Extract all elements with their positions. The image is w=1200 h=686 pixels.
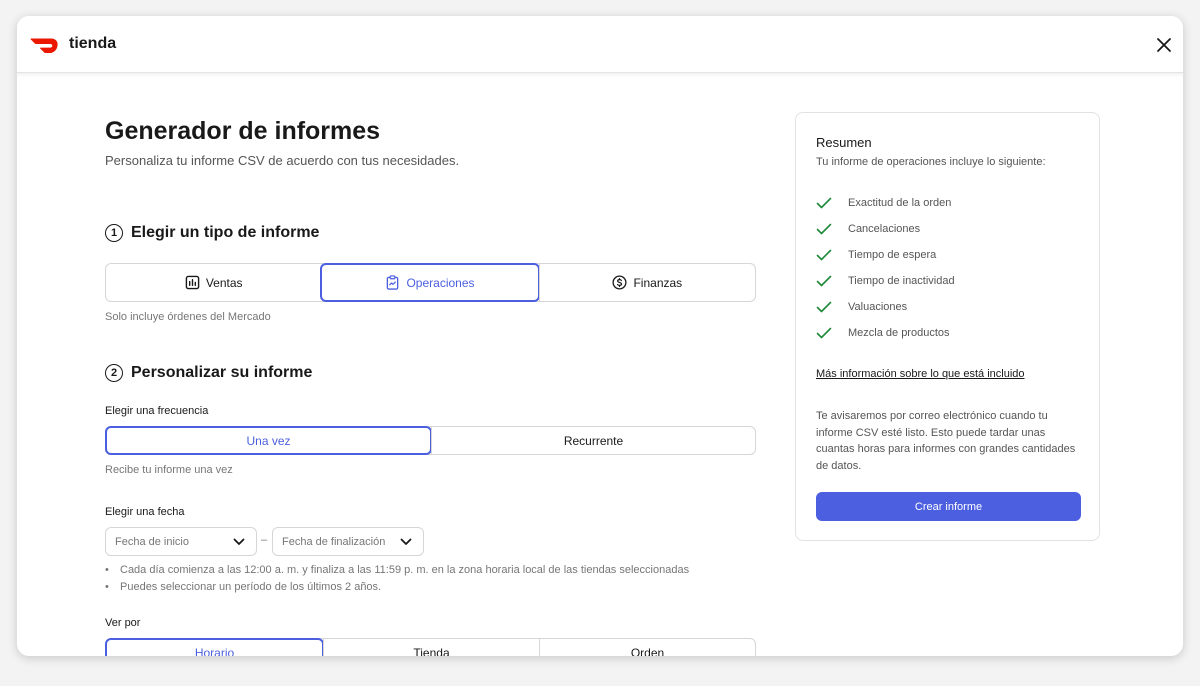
date-label: Elegir una fecha: [105, 506, 185, 518]
check-icon: [816, 301, 832, 313]
report-type-operaciones[interactable]: Operaciones: [320, 263, 540, 302]
report-type-selector: Ventas Operaciones Finanzas: [105, 263, 756, 302]
close-icon[interactable]: [1155, 36, 1173, 54]
checklist-item-label: Valuaciones: [848, 301, 908, 313]
step2-title-text: Personalizar su informe: [131, 364, 313, 381]
report-type-ventas[interactable]: Ventas: [106, 264, 321, 301]
checklist-item-label: Exactitud de la orden: [848, 197, 952, 209]
checklist-item-label: Tiempo de inactividad: [848, 275, 955, 287]
step1-title: 1 Elegir un tipo de informe: [105, 224, 319, 242]
check-icon: [816, 197, 832, 209]
view-by-horario[interactable]: Horario: [105, 638, 324, 656]
list-item: Tiempo de inactividad: [816, 268, 955, 294]
check-icon: [816, 223, 832, 235]
summary-title: Resumen: [816, 135, 872, 150]
date-range-separator: –: [261, 534, 268, 546]
step2-number: 2: [105, 364, 123, 382]
step1-number: 1: [105, 224, 123, 242]
report-builder-window: tienda Generador de informes Personaliza…: [17, 16, 1183, 656]
frequency-recurring[interactable]: Recurrente: [431, 427, 755, 454]
summary-panel: Resumen Tu informe de operaciones incluy…: [795, 112, 1100, 541]
report-type-finanzas[interactable]: Finanzas: [538, 264, 755, 301]
list-item: Tiempo de espera: [816, 242, 955, 268]
bar-chart-icon: [185, 275, 200, 290]
brand-name: tienda: [69, 35, 117, 52]
check-icon: [816, 327, 832, 339]
view-by-selector: Horario Tienda Orden: [105, 638, 756, 656]
frequency-selector: Una vez Recurrente: [105, 426, 756, 455]
list-item: Mezcla de productos: [816, 320, 955, 346]
step2-title: 2 Personalizar su informe: [105, 364, 312, 382]
date-note: Puedes seleccionar un período de los últ…: [105, 579, 689, 596]
chevron-down-icon: [233, 538, 245, 545]
frequency-label: Elegir una frecuencia: [105, 405, 209, 417]
list-item: Valuaciones: [816, 294, 955, 320]
summary-subtitle: Tu informe de operaciones incluye lo sig…: [816, 156, 1046, 168]
summary-checklist: Exactitud de la orden Cancelaciones Tiem…: [816, 190, 955, 346]
frequency-hint: Recibe tu informe una vez: [105, 464, 233, 476]
view-by-orden[interactable]: Orden: [539, 639, 755, 656]
create-report-button[interactable]: Crear informe: [816, 492, 1081, 521]
dollar-circle-icon: [612, 275, 628, 290]
top-bar: tienda: [17, 16, 1183, 73]
page-title: Generador de informes: [105, 117, 381, 145]
end-date-dropdown[interactable]: Fecha de finalización: [272, 527, 424, 556]
date-note: Cada día comienza a las 12:00 a. m. y fi…: [105, 562, 689, 579]
more-info-link[interactable]: Más información sobre lo que está inclui…: [816, 368, 1025, 380]
brand-logo-icon: [30, 38, 58, 53]
check-icon: [816, 249, 832, 261]
start-date-dropdown[interactable]: Fecha de inicio: [105, 527, 257, 556]
frequency-option-label: Recurrente: [563, 433, 624, 448]
date-notes: Cada día comienza a las 12:00 a. m. y fi…: [105, 562, 689, 596]
checklist-item-label: Cancelaciones: [848, 223, 921, 235]
report-type-hint: Solo incluye órdenes del Mercado: [105, 311, 271, 323]
list-item: Cancelaciones: [816, 216, 955, 242]
view-by-option-label: Horario: [194, 645, 235, 657]
report-type-label: Finanzas: [633, 275, 683, 290]
checklist-item-label: Mezcla de productos: [848, 327, 950, 339]
end-date-placeholder: Fecha de finalización: [282, 535, 386, 548]
page-subtitle: Personaliza tu informe CSV de acuerdo co…: [105, 153, 460, 168]
frequency-once[interactable]: Una vez: [105, 426, 432, 455]
start-date-placeholder: Fecha de inicio: [115, 535, 189, 548]
view-by-tienda[interactable]: Tienda: [323, 639, 539, 656]
report-type-label: Ventas: [205, 275, 243, 290]
view-by-option-label: Orden: [630, 645, 665, 657]
check-icon: [816, 275, 832, 287]
checklist-item-label: Tiempo de espera: [848, 249, 937, 261]
frequency-option-label: Una vez: [246, 433, 291, 448]
view-by-option-label: Tienda: [413, 645, 450, 657]
clipboard-icon: [387, 275, 399, 290]
chevron-down-icon: [400, 538, 412, 545]
summary-note: Te avisaremos por correo electrónico cua…: [816, 410, 1076, 472]
list-item: Exactitud de la orden: [816, 190, 955, 216]
step1-title-text: Elegir un tipo de informe: [131, 224, 320, 241]
view-by-label: Ver por: [105, 617, 141, 629]
report-type-label: Operaciones: [406, 275, 475, 290]
